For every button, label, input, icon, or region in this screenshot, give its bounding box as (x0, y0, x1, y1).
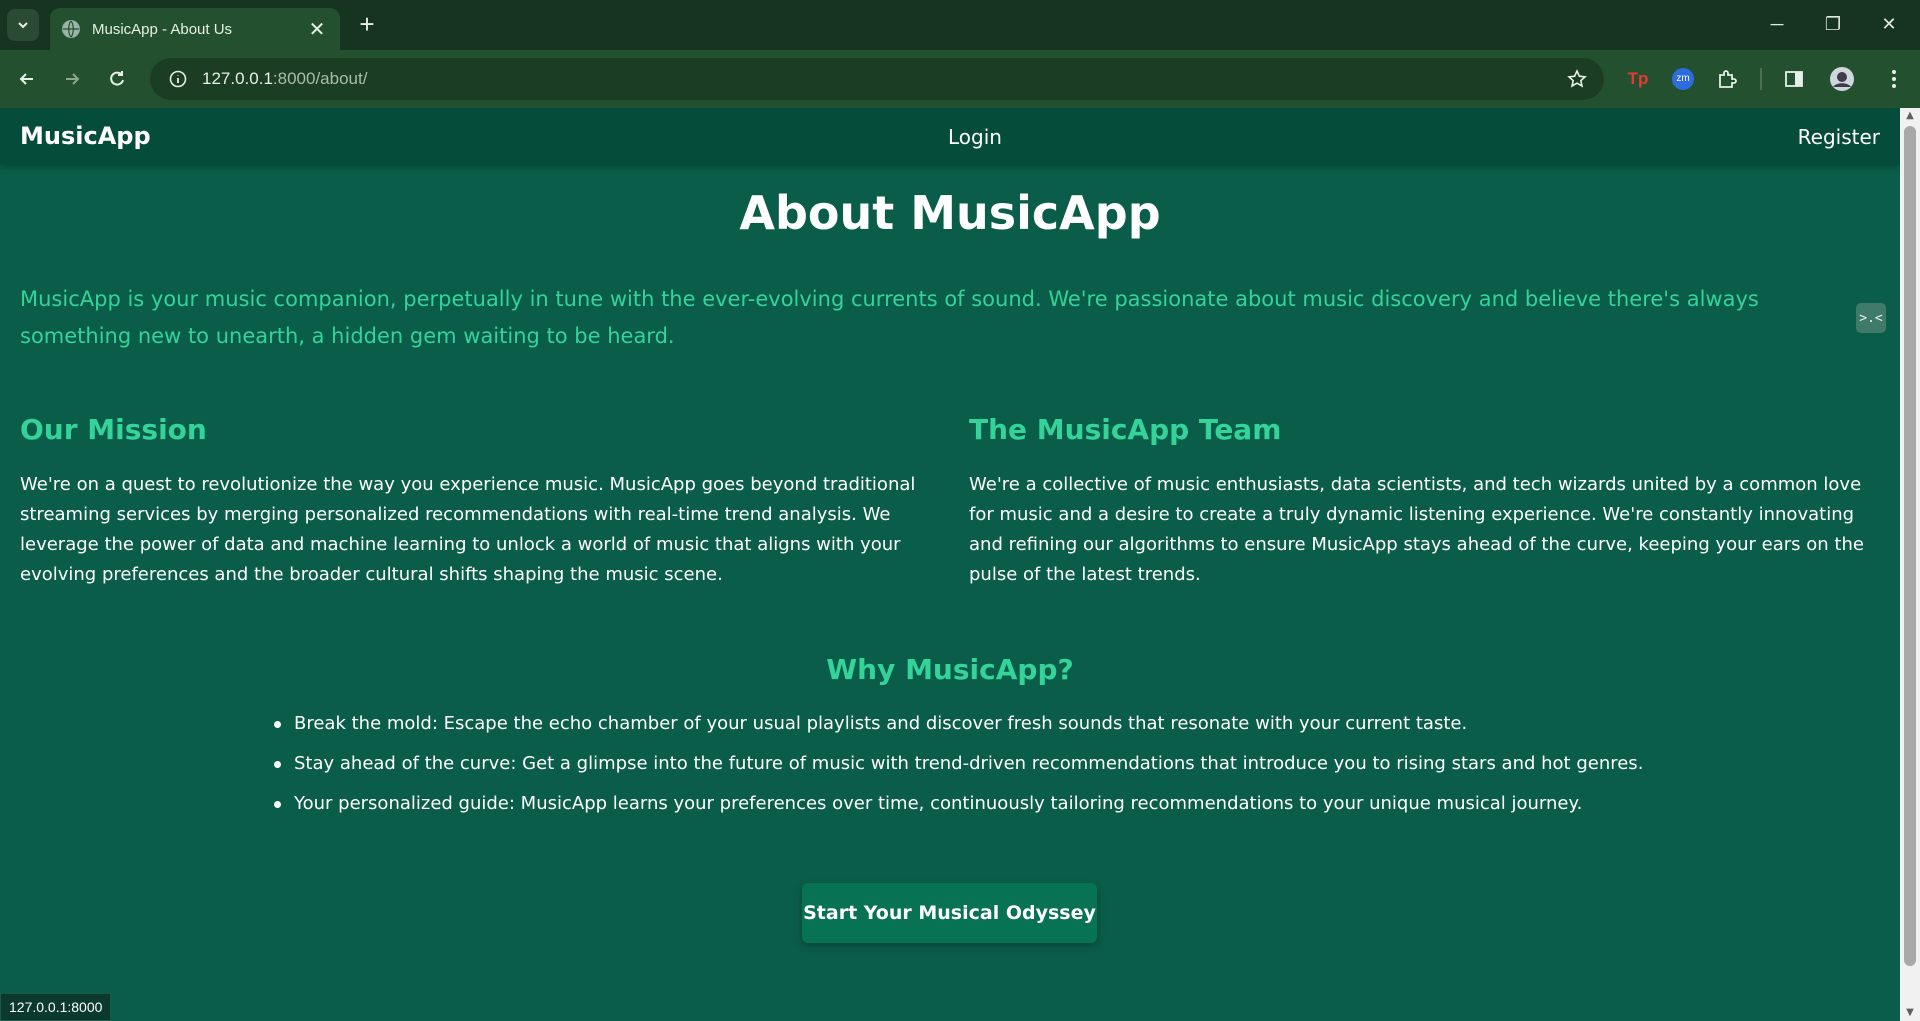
start-odyssey-button[interactable]: Start Your Musical Odyssey (802, 883, 1097, 943)
login-link[interactable]: Login (948, 125, 1002, 149)
close-tab-icon[interactable]: ✕ (306, 18, 328, 40)
list-item: Break the mold: Escape the echo chamber … (273, 711, 1643, 737)
back-button[interactable] (10, 62, 44, 96)
address-bar[interactable]: 127.0.0.1:8000/about/ (150, 58, 1604, 100)
url-host: 127.0.0.1 (202, 69, 273, 88)
tp-extension-icon[interactable]: Tp (1624, 65, 1652, 93)
arrow-right-icon (66, 73, 80, 85)
page-scrollbar[interactable]: ▲ ▼ (1900, 108, 1920, 1021)
profile-avatar[interactable] (1828, 65, 1856, 93)
page-viewport: MusicApp Login Register About MusicApp M… (0, 108, 1900, 1021)
intro-paragraph: MusicApp is your music companion, perpet… (20, 287, 1759, 348)
mission-text: We're on a quest to revolutionize the wa… (20, 474, 916, 585)
active-tab[interactable]: MusicApp - About Us ✕ (50, 8, 340, 50)
why-list: Break the mold: Escape the echo chamber … (273, 711, 1643, 831)
side-panel-icon[interactable] (1780, 65, 1808, 93)
extensions-puzzle-icon[interactable] (1713, 65, 1741, 93)
register-link[interactable]: Register (1798, 125, 1880, 149)
why-heading: Why MusicApp? (826, 653, 1074, 686)
list-item: Stay ahead of the curve: Get a glimpse i… (273, 751, 1643, 777)
bookmark-star-icon[interactable] (1564, 66, 1590, 92)
team-heading: The MusicApp Team (969, 413, 1282, 446)
team-text: We're a collective of music enthusiasts,… (969, 474, 1864, 585)
browser-toolbar: 127.0.0.1:8000/about/ Tp zm (0, 50, 1920, 108)
close-window-button[interactable]: ✕ (1864, 8, 1914, 40)
tab-search-button[interactable] (7, 9, 39, 41)
site-info-icon[interactable] (164, 65, 192, 93)
scroll-up-icon[interactable]: ▲ (1900, 108, 1920, 124)
arrow-left-icon (19, 73, 33, 85)
restore-button[interactable]: ❐ (1808, 8, 1858, 40)
mission-heading: Our Mission (20, 413, 207, 446)
reload-icon (110, 71, 124, 86)
site-navbar: MusicApp Login Register (0, 108, 1900, 165)
minimize-button[interactable]: ─ (1752, 8, 1802, 40)
team-section: The MusicApp Team We're a collective of … (969, 413, 1879, 590)
new-tab-button[interactable]: + (352, 10, 382, 40)
tab-title: MusicApp - About Us (92, 20, 233, 38)
url-path: :8000/about/ (272, 69, 368, 88)
page-title: About MusicApp (739, 186, 1161, 240)
feedback-widget-button[interactable]: >.< (1856, 303, 1886, 333)
tab-strip: MusicApp - About Us ✕ + ─ ❐ ✕ (0, 0, 1920, 50)
toolbar-divider (1760, 68, 1762, 90)
forward-button[interactable] (55, 62, 89, 96)
link-status-bubble: 127.0.0.1:8000 (0, 993, 112, 1021)
browser-menu-icon[interactable] (1880, 65, 1908, 93)
list-item: Your personalized guide: MusicApp learns… (273, 791, 1643, 817)
globe-icon (62, 20, 80, 38)
brand-logo[interactable]: MusicApp (20, 122, 151, 150)
scroll-down-icon[interactable]: ▼ (1900, 1005, 1920, 1021)
chevron-down-icon (18, 22, 28, 29)
mission-section: Our Mission We're on a quest to revoluti… (20, 413, 930, 590)
zm-extension-icon[interactable]: zm (1669, 65, 1697, 93)
reload-button[interactable] (100, 62, 134, 96)
scroll-thumb[interactable] (1904, 126, 1916, 966)
